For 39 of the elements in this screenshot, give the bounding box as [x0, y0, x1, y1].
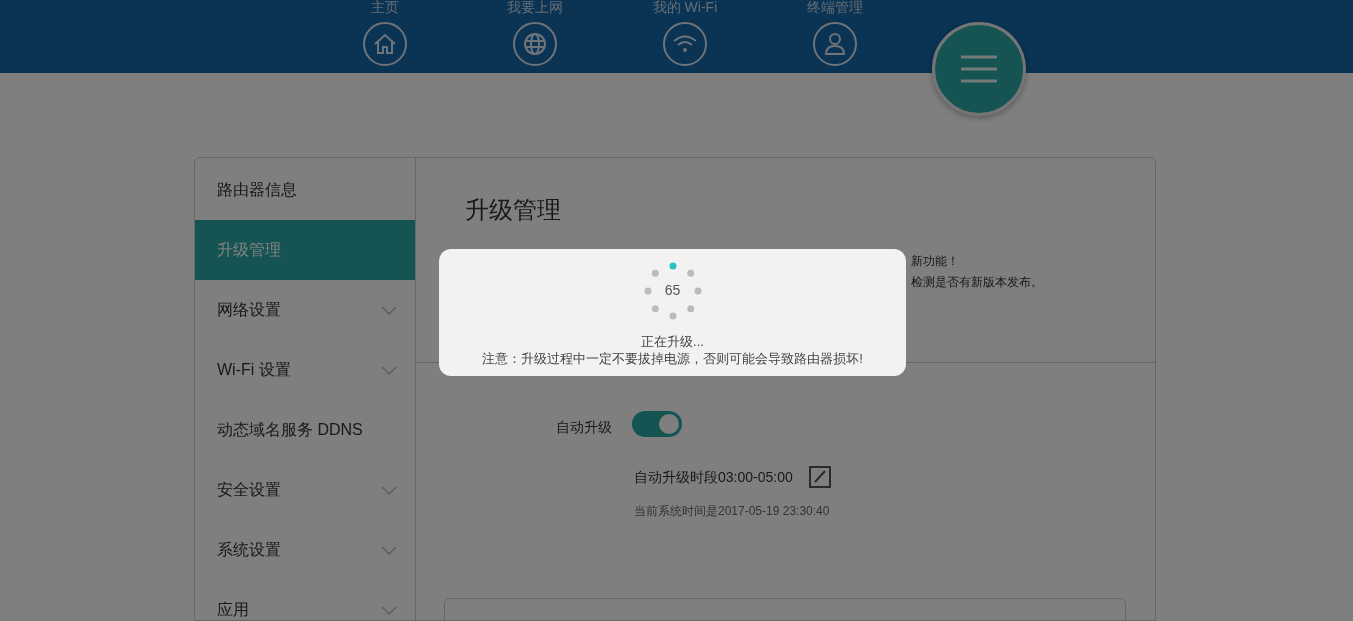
nav-label[interactable]: 我要上网: [507, 0, 563, 14]
chevron-icon: [381, 485, 397, 495]
chevron-icon: [381, 305, 397, 315]
sidebar-item[interactable]: 应用: [195, 580, 415, 620]
user-icon: [824, 32, 846, 56]
notice-text: 检测是否有新版本发布。: [911, 273, 1044, 291]
upgrade-schedule-text: 自动升级时段03:00-05:00: [634, 467, 793, 487]
nav-label[interactable]: 终端管理: [807, 0, 863, 14]
nav-label[interactable]: 我的 Wi-Fi: [652, 0, 718, 14]
sidebar-item[interactable]: 路由器信息: [195, 160, 415, 220]
sidebar-item[interactable]: 网络设置: [195, 280, 415, 340]
notice-text: 新功能！: [911, 252, 960, 270]
nav-button[interactable]: [663, 22, 707, 66]
menu-icon: [961, 54, 997, 84]
sidebar-item[interactable]: 安全设置: [195, 460, 415, 520]
menu-button[interactable]: [932, 22, 1026, 116]
page-title: 升级管理: [465, 196, 562, 225]
chevron-icon: [381, 545, 397, 555]
chevron-icon: [381, 605, 397, 615]
sidebar-item[interactable]: 系统设置: [195, 520, 415, 580]
nav-label[interactable]: 主页: [371, 0, 399, 14]
progress-counter: 65: [663, 281, 682, 300]
sidebar-item[interactable]: 升级管理: [195, 220, 415, 280]
edit-icon[interactable]: [808, 466, 831, 488]
nav-button[interactable]: [513, 22, 557, 66]
system-time-text: 当前系统时间是2017-05-19 23:30:40: [634, 503, 831, 520]
globe-icon: [523, 32, 547, 56]
nav-button[interactable]: [363, 22, 407, 66]
wifi-icon: [672, 34, 698, 54]
upgrade-status: 正在升级...: [641, 333, 704, 350]
auto-upgrade-toggle[interactable]: [632, 411, 682, 437]
home-icon: [373, 32, 397, 56]
nav-button[interactable]: [813, 22, 857, 66]
sidebar-item[interactable]: Wi-Fi 设置: [195, 340, 415, 400]
warning-text: 注意：升级过程中一定不要拔掉电源，否则可能会导致路由器损坏!: [482, 350, 863, 367]
sidebar-item[interactable]: 动态域名服务 DDNS: [195, 400, 415, 460]
spinner-drawing: [642, 261, 703, 321]
chevron-icon: [381, 365, 397, 375]
auto-upgrade-label: 自动升级: [555, 418, 612, 437]
